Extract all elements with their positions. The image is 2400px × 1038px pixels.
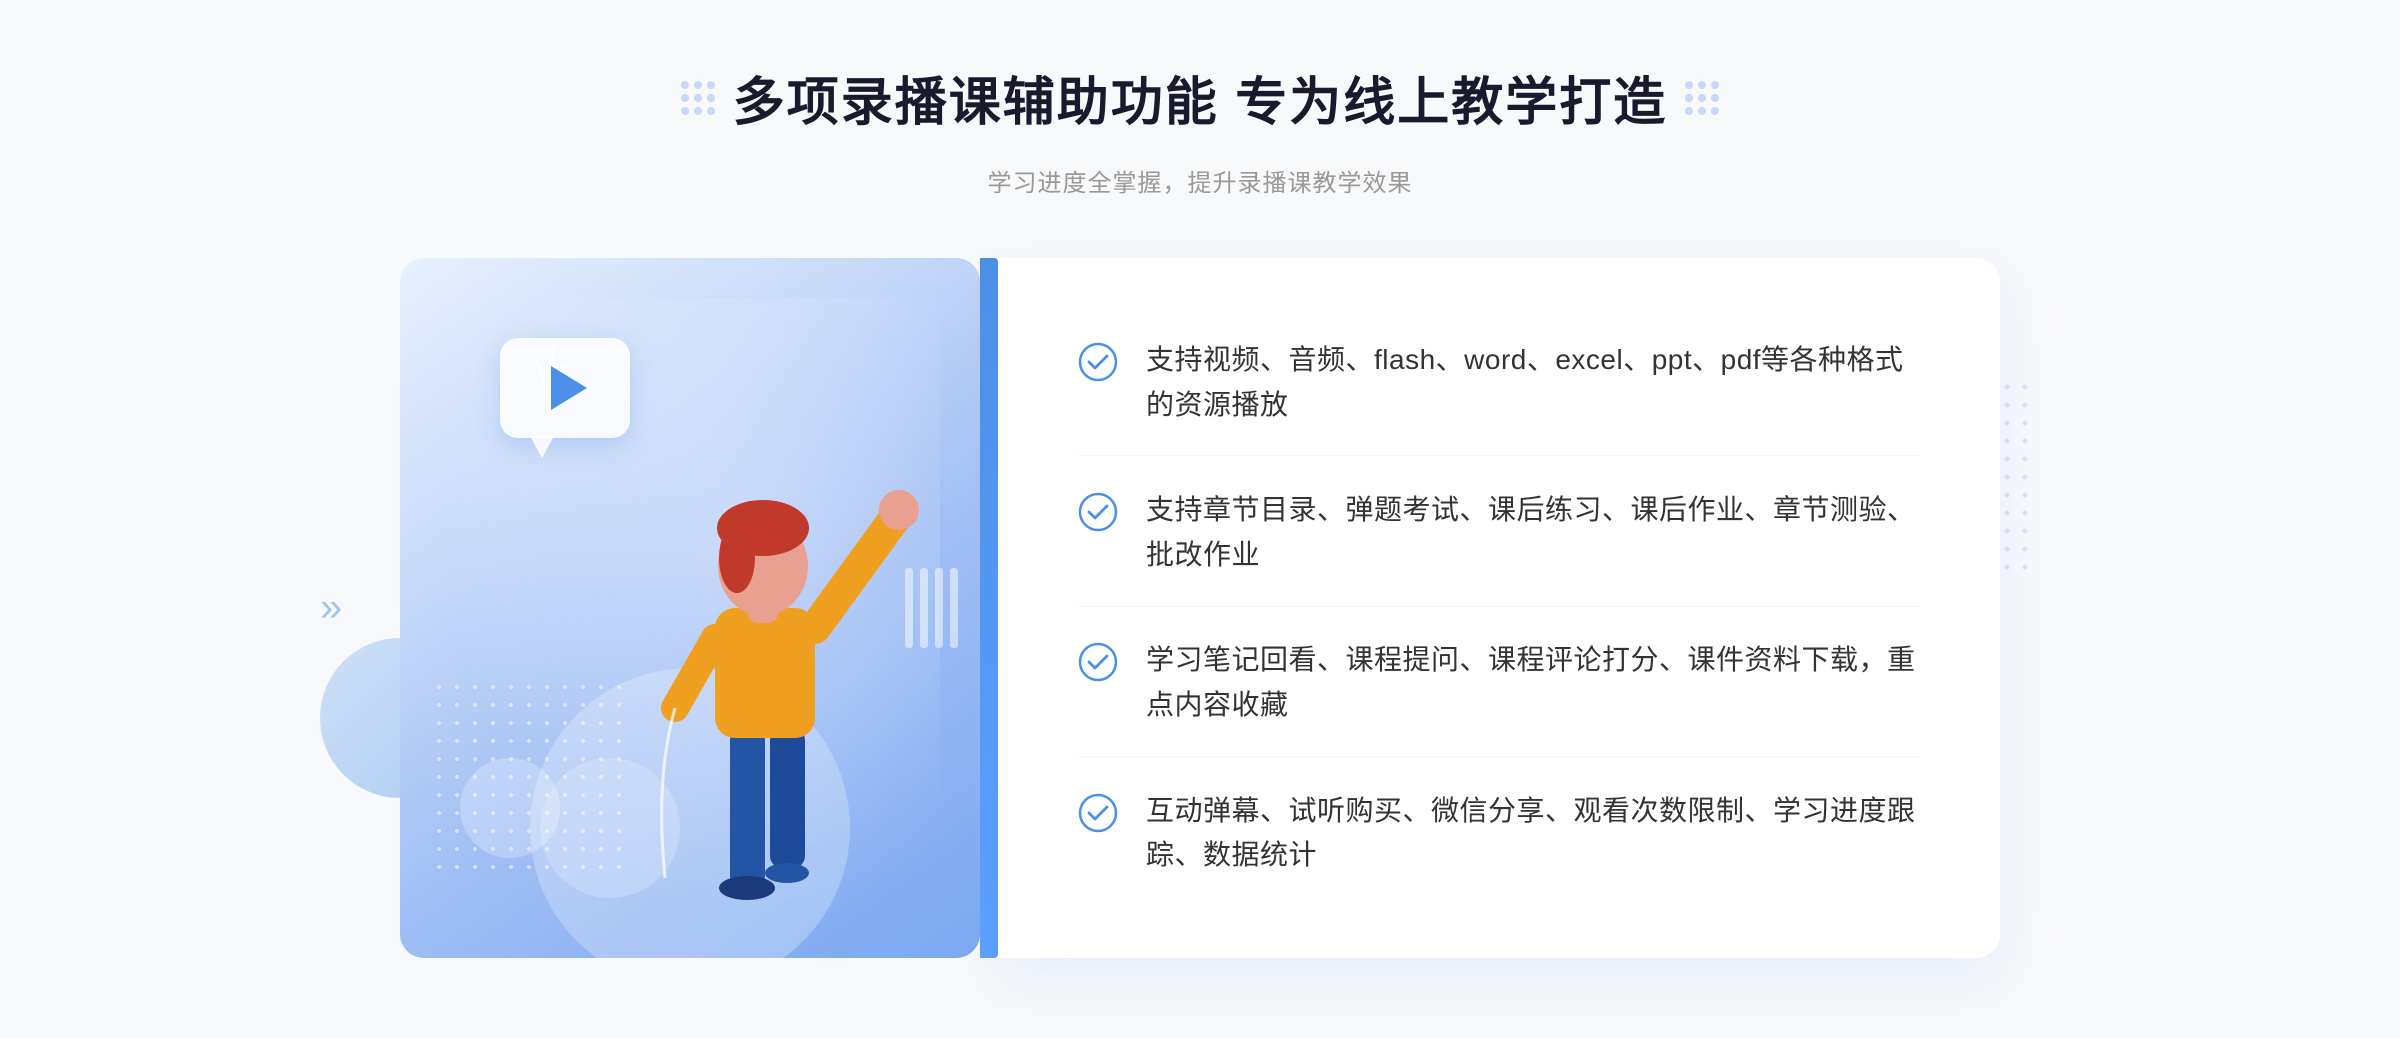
connector-bar bbox=[980, 258, 998, 958]
play-icon bbox=[551, 366, 587, 410]
chevron-left-icon: » bbox=[320, 586, 342, 631]
title-dots-right bbox=[1685, 81, 1719, 115]
left-chevron-decoration: » bbox=[320, 586, 342, 631]
check-circle-icon-3 bbox=[1078, 642, 1118, 682]
feature-text-1: 支持视频、音频、flash、word、excel、ppt、pdf等各种格式的资源… bbox=[1146, 338, 1920, 428]
feature-text-2: 支持章节目录、弹题考试、课后练习、课后作业、章节测验、批改作业 bbox=[1146, 488, 1920, 578]
sub-title: 学习进度全掌握，提升录播课教学效果 bbox=[988, 163, 1413, 198]
check-circle-icon-2 bbox=[1078, 492, 1118, 532]
feature-item-4: 互动弹幕、试听购买、微信分享、观看次数限制、学习进度跟踪、数据统计 bbox=[1078, 761, 1920, 907]
check-circle-icon-1 bbox=[1078, 342, 1118, 382]
illustration-card bbox=[400, 258, 980, 958]
main-title: 多项录播课辅助功能 专为线上教学打造 bbox=[733, 60, 1667, 135]
features-card: 支持视频、音频、flash、word、excel、ppt、pdf等各种格式的资源… bbox=[998, 258, 2000, 958]
person-illustration bbox=[585, 398, 935, 958]
header-section: 多项录播课辅助功能 专为线上教学打造 学习进度全掌握，提升录播课教学效果 bbox=[0, 60, 2400, 198]
page-wrapper: 多项录播课辅助功能 专为线上教学打造 学习进度全掌握，提升录播课教学效果 » bbox=[0, 0, 2400, 1038]
header-title-row: 多项录播课辅助功能 专为线上教学打造 bbox=[681, 60, 1719, 135]
check-circle-icon-4 bbox=[1078, 793, 1118, 833]
feature-item-3: 学习笔记回看、课程提问、课程评论打分、课件资料下载，重点内容收藏 bbox=[1078, 610, 1920, 757]
content-area: » bbox=[400, 258, 2000, 958]
feature-text-3: 学习笔记回看、课程提问、课程评论打分、课件资料下载，重点内容收藏 bbox=[1146, 638, 1920, 728]
feature-item-2: 支持章节目录、弹题考试、课后练习、课后作业、章节测验、批改作业 bbox=[1078, 460, 1920, 607]
feature-text-4: 互动弹幕、试听购买、微信分享、观看次数限制、学习进度跟踪、数据统计 bbox=[1146, 789, 1920, 879]
feature-item-1: 支持视频、音频、flash、word、excel、ppt、pdf等各种格式的资源… bbox=[1078, 310, 1920, 457]
title-dots-left bbox=[681, 81, 715, 115]
